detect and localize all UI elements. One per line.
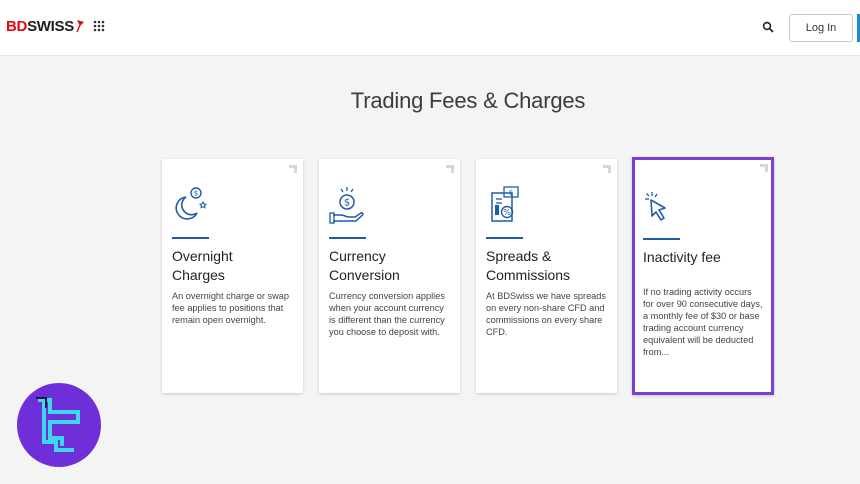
card-spreads-commissions[interactable]: $ % Spreads & Commissions At BDSwiss we … [476,159,617,393]
hand-coin-icon: $ [329,187,364,224]
logo-flag-icon [76,20,84,33]
card-title-line: Currency [329,248,386,264]
svg-text:$: $ [194,190,198,198]
card-description: At BDSwiss we have spreads on every non-… [486,291,606,337]
corner-marker-icon [446,165,454,173]
card-title-line: Conversion [329,267,400,283]
bdswiss-logo[interactable]: BD SWISS [6,15,85,37]
svg-text:%: % [503,208,511,217]
svg-text:$: $ [344,198,350,209]
logo-text-swiss: SWISS [27,17,74,35]
card-description: Currency conversion applies when your ac… [329,291,445,337]
logo-text-bd: BD [6,17,28,35]
top-navigation-bar: BD SWISS Log In [0,0,860,56]
corner-marker-icon [760,164,768,172]
document-percent-icon: $ % [491,186,519,222]
card-title-line: Charges [172,267,225,283]
card-divider [643,238,680,240]
card-title-line: Inactivity fee [643,249,721,265]
card-currency-conversion[interactable]: $ Currency Conversion Currency conversio… [319,159,460,393]
card-title: Overnight Charges [172,247,296,285]
card-title: Spreads & Commissions [486,247,610,285]
moon-coin-icon: $ [175,187,208,220]
card-divider [486,237,523,239]
card-divider [329,237,366,239]
card-overnight-charges[interactable]: $ Overnight Charges An overnight charge … [162,159,303,393]
svg-text:$: $ [509,189,513,197]
corner-marker-icon [289,165,297,173]
card-inactivity-fee[interactable]: Inactivity fee If no trading activity oc… [632,157,774,395]
page-title: Trading Fees & Charges [350,88,586,113]
corner-marker-icon [603,165,611,173]
card-description: An overnight charge or swap fee applies … [172,291,289,325]
search-icon[interactable] [762,21,774,33]
tradingfinder-watermark-icon [17,383,101,467]
card-title-line: Overnight [172,248,233,264]
card-description: If no trading activity occurs for over 9… [643,287,763,357]
card-divider [172,237,209,239]
cursor-click-icon [645,192,666,221]
apps-grid-icon[interactable] [93,20,105,32]
card-title: Inactivity fee [643,248,767,267]
login-button[interactable]: Log In [789,14,853,42]
card-title: Currency Conversion [329,247,453,285]
card-title-line: Spreads & [486,248,552,264]
card-title-line: Commissions [486,267,571,283]
